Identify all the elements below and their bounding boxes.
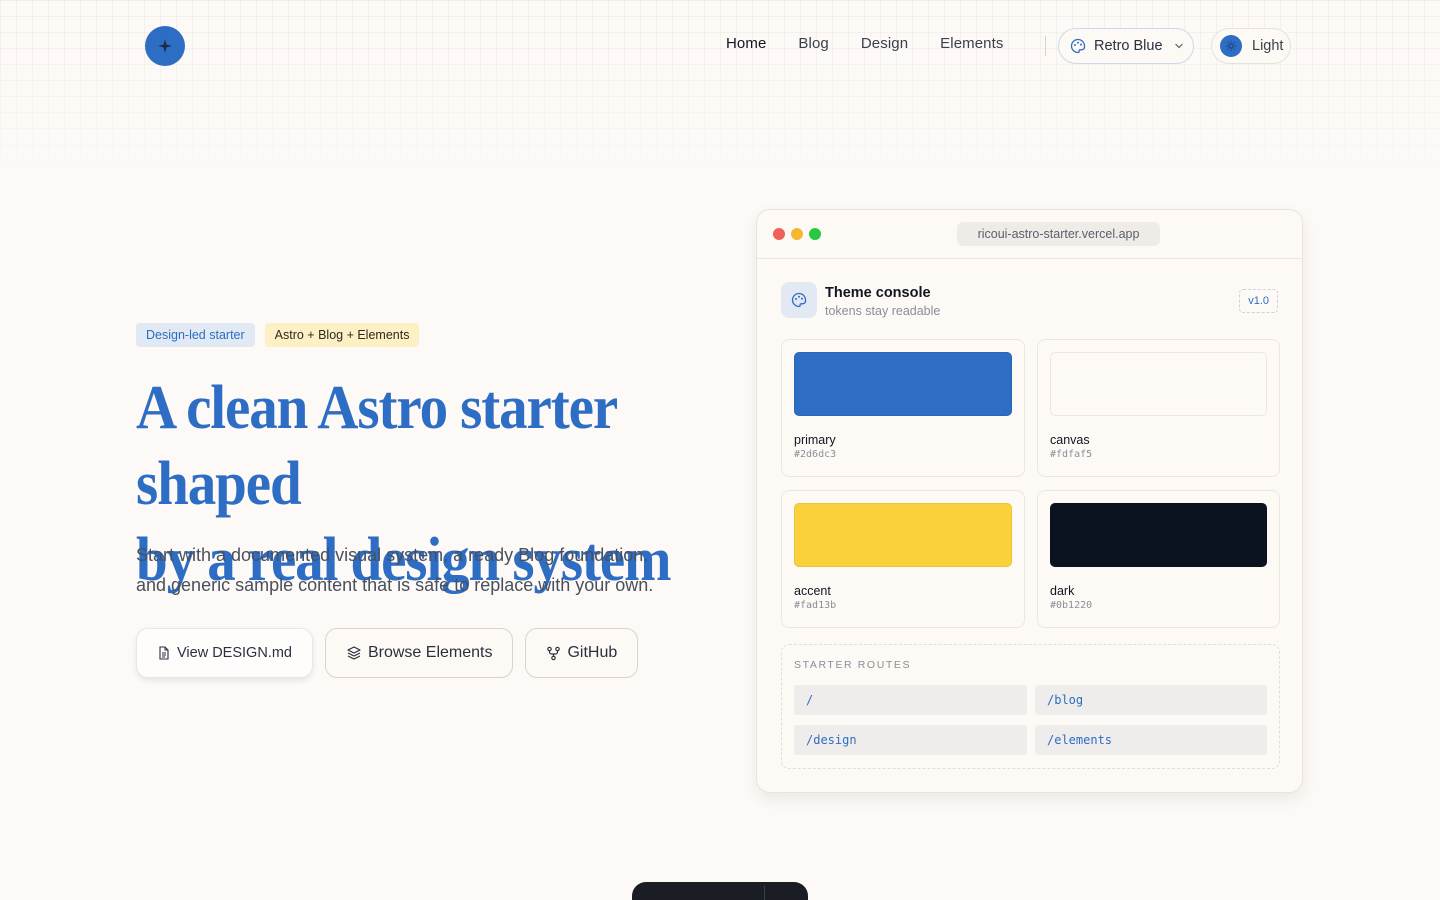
color-mode-label: Light [1252, 38, 1284, 54]
console-header: Theme console tokens stay readable [781, 282, 940, 318]
hero-subtitle-line-2: and generic sample content that is safe … [136, 575, 654, 595]
nav-elements[interactable]: Elements [940, 35, 1003, 52]
site-header: Home Blog Design Elements Retro Blue Lig… [0, 0, 1440, 92]
starter-routes: STARTER ROUTES / /blog /design /elements [781, 644, 1280, 769]
theme-select[interactable]: Retro Blue [1058, 28, 1194, 64]
routes-grid: / /blog /design /elements [794, 685, 1267, 755]
route-home[interactable]: / [794, 685, 1027, 715]
nav-divider [1045, 36, 1046, 56]
swatch-hex: #fdfaf5 [1050, 449, 1093, 460]
sun-icon [1220, 35, 1242, 57]
swatch-hex: #fad13b [794, 600, 837, 611]
routes-label: STARTER ROUTES [794, 659, 912, 671]
hero-title-line-1: A clean Astro starter shaped [136, 374, 617, 518]
palette-icon [1070, 38, 1086, 54]
floating-dock[interactable] [632, 882, 808, 900]
window-titlebar: ricoui-astro-starter.vercel.app [757, 210, 1302, 259]
minimize-dot[interactable] [791, 228, 803, 240]
view-design-label: View DESIGN.md [177, 645, 292, 661]
swatch-name: dark [1050, 584, 1075, 598]
swatch-canvas: canvas #fdfaf5 [1037, 339, 1280, 477]
console-title: Theme console [825, 285, 931, 301]
badge-stack: Astro + Blog + Elements [264, 323, 420, 347]
theme-select-value: Retro Blue [1094, 38, 1163, 54]
console-subtitle: tokens stay readable [825, 304, 941, 318]
swatch-name: accent [794, 584, 831, 598]
main-nav: Home Blog Design Elements [726, 35, 1003, 52]
hero-badges: Design-led starter Astro + Blog + Elemen… [136, 323, 420, 347]
sparkle-icon [158, 39, 172, 53]
color-swatches: primary #2d6dc3 canvas #fdfaf5 accent #f… [781, 339, 1280, 628]
hero-subtitle: Start with a documented visual system, a… [136, 540, 716, 600]
nav-blog[interactable]: Blog [798, 35, 828, 52]
swatch-color-primary [794, 352, 1012, 416]
git-fork-icon [547, 646, 561, 660]
route-blog[interactable]: /blog [1035, 685, 1267, 715]
github-button[interactable]: GitHub [525, 628, 639, 678]
swatch-color-dark [1050, 503, 1267, 567]
nav-home[interactable]: Home [726, 35, 766, 52]
swatch-name: canvas [1050, 433, 1090, 447]
swatch-hex: #0b1220 [1050, 600, 1093, 611]
github-label: GitHub [567, 644, 618, 661]
route-elements[interactable]: /elements [1035, 725, 1267, 755]
swatch-name: primary [794, 433, 836, 447]
badge-design-led: Design-led starter [136, 323, 255, 347]
dock-divider [764, 886, 765, 900]
color-mode-toggle[interactable]: Light [1211, 28, 1291, 64]
logo[interactable] [145, 26, 185, 66]
swatch-hex: #2d6dc3 [794, 449, 837, 460]
browse-elements-label: Browse Elements [367, 644, 493, 661]
swatch-primary: primary #2d6dc3 [781, 339, 1025, 477]
swatch-color-canvas [1050, 352, 1267, 416]
window-controls [773, 228, 821, 240]
view-design-button[interactable]: View DESIGN.md [136, 628, 313, 678]
hero-subtitle-line-1: Start with a documented visual system, a… [136, 545, 649, 565]
close-dot[interactable] [773, 228, 785, 240]
cta-row: View DESIGN.md Browse Elements GitHub [136, 628, 639, 678]
file-icon [159, 646, 169, 660]
palette-icon [781, 282, 817, 318]
address-bar[interactable]: ricoui-astro-starter.vercel.app [957, 222, 1160, 246]
version-badge: v1.0 [1239, 289, 1278, 313]
chevron-down-icon [1174, 43, 1183, 49]
theme-console-window: ricoui-astro-starter.vercel.app Theme co… [756, 209, 1303, 793]
maximize-dot[interactable] [809, 228, 821, 240]
swatch-dark: dark #0b1220 [1037, 490, 1280, 628]
layers-icon [347, 646, 361, 660]
swatch-accent: accent #fad13b [781, 490, 1025, 628]
nav-design[interactable]: Design [861, 35, 908, 52]
swatch-color-accent [794, 503, 1012, 567]
route-design[interactable]: /design [794, 725, 1027, 755]
browse-elements-button[interactable]: Browse Elements [324, 628, 514, 678]
